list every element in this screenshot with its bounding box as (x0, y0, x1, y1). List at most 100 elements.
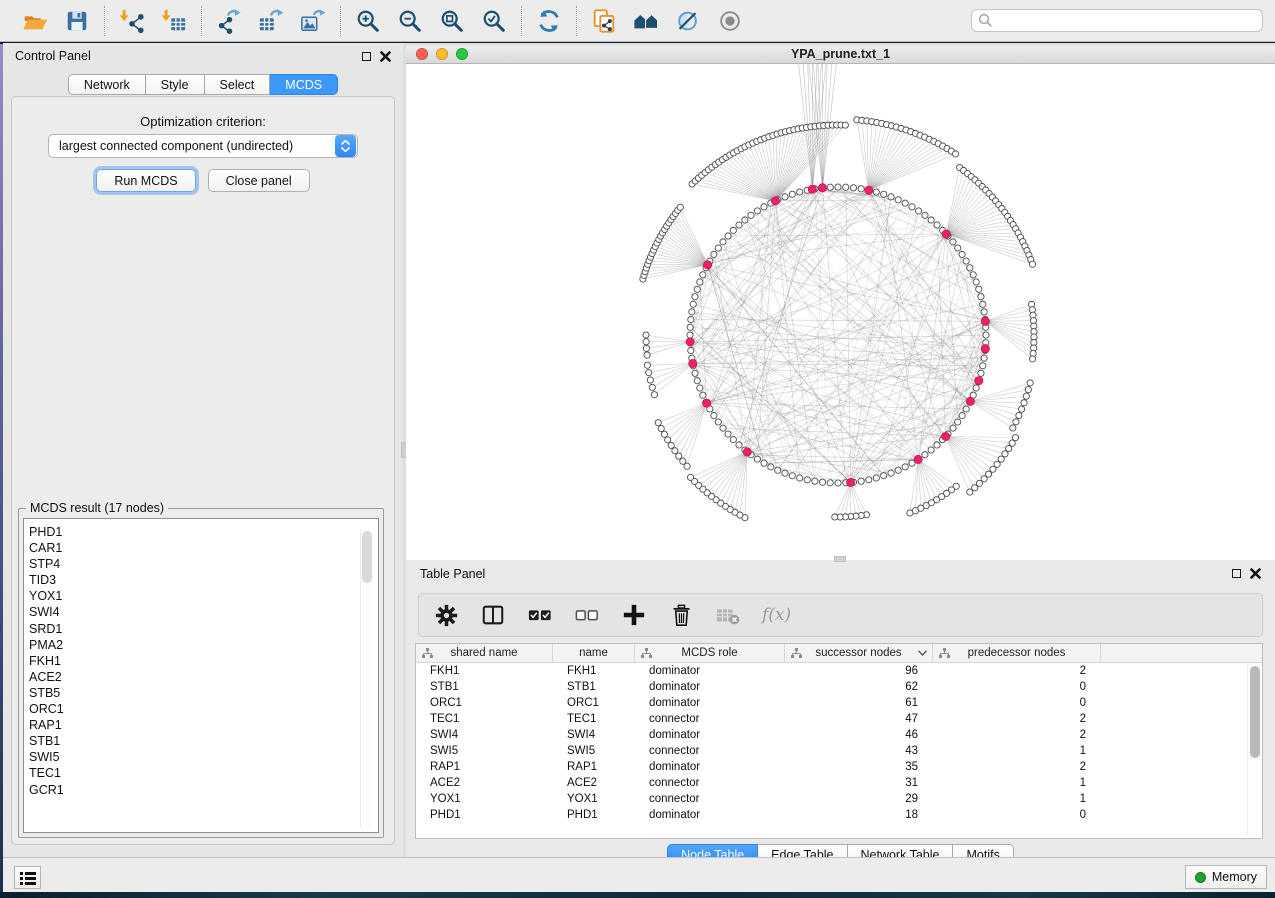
table-row[interactable]: RAP1RAP1dominator352 (416, 759, 1262, 775)
table-cell[interactable]: 2 (933, 711, 1101, 727)
network-graph[interactable] (406, 64, 1275, 560)
close-panel-button[interactable]: Close panel (208, 169, 310, 192)
table-cell[interactable]: 62 (785, 679, 933, 695)
save-session-button[interactable] (63, 7, 91, 35)
table-cell[interactable]: 46 (785, 727, 933, 743)
table-cell[interactable]: STB1 (553, 679, 635, 695)
tab-style[interactable]: Style (146, 74, 205, 95)
list-item[interactable]: STB1 (29, 733, 378, 749)
table-row[interactable]: SWI5SWI5connector431 (416, 743, 1262, 759)
clone-network-button[interactable] (590, 7, 618, 35)
search-network-button[interactable] (632, 7, 660, 35)
table-cell[interactable]: 96 (785, 663, 933, 679)
search-input[interactable] (971, 9, 1263, 32)
list-item[interactable]: SWI4 (29, 604, 378, 620)
delete-table-button[interactable] (715, 602, 741, 628)
zoom-fit-button[interactable] (438, 7, 466, 35)
table-row[interactable]: ORC1ORC1dominator610 (416, 695, 1262, 711)
table-cell[interactable]: TEC1 (553, 711, 635, 727)
scrollbar-thumb[interactable] (1250, 666, 1260, 758)
table-cell[interactable]: 61 (785, 695, 933, 711)
list-item[interactable]: TEC1 (29, 765, 378, 781)
zoom-window-button[interactable] (456, 48, 468, 60)
column-header-mcds-role[interactable]: MCDS role (635, 644, 785, 662)
run-mcds-button[interactable]: Run MCDS (96, 169, 195, 192)
list-item[interactable]: TID3 (29, 572, 378, 588)
tab-network[interactable]: Network (68, 74, 146, 95)
table-row[interactable]: FKH1FKH1dominator962 (416, 663, 1262, 679)
list-item[interactable]: ORC1 (29, 701, 378, 717)
zoom-selected-button[interactable] (480, 7, 508, 35)
select-all-button[interactable] (527, 602, 553, 628)
table-cell[interactable]: FKH1 (416, 663, 553, 679)
table-cell[interactable]: PHD1 (416, 807, 553, 823)
zoom-out-button[interactable] (396, 7, 424, 35)
open-session-button[interactable] (21, 7, 49, 35)
table-cell[interactable]: 43 (785, 743, 933, 759)
table-settings-button[interactable] (433, 602, 459, 628)
table-cell[interactable]: 0 (933, 679, 1101, 695)
table-cell[interactable]: STB1 (416, 679, 553, 695)
table-cell[interactable]: SWI4 (553, 727, 635, 743)
import-table-button[interactable] (160, 7, 188, 35)
table-cell[interactable]: connector (635, 711, 785, 727)
delete-column-button[interactable] (668, 602, 694, 628)
table-cell[interactable]: YOX1 (553, 791, 635, 807)
close-window-button[interactable] (416, 48, 428, 60)
table-cell[interactable]: 47 (785, 711, 933, 727)
column-header-name[interactable]: name (553, 644, 635, 662)
list-item[interactable]: GCR1 (29, 782, 378, 798)
table-cell[interactable]: SWI5 (416, 743, 553, 759)
table-cell[interactable]: 2 (933, 759, 1101, 775)
refresh-layout-button[interactable] (535, 7, 563, 35)
import-network-button[interactable] (118, 7, 146, 35)
table-cell[interactable]: 1 (933, 775, 1101, 791)
table-cell[interactable]: ORC1 (553, 695, 635, 711)
table-cell[interactable]: 18 (785, 807, 933, 823)
table-cell[interactable]: 2 (933, 663, 1101, 679)
table-cell[interactable]: dominator (635, 727, 785, 743)
export-network-button[interactable] (215, 7, 243, 35)
column-header-predecessor-nodes[interactable]: predecessor nodes (933, 644, 1101, 662)
export-image-button[interactable] (299, 7, 327, 35)
table-cell[interactable]: RAP1 (416, 759, 553, 775)
list-item[interactable]: FKH1 (29, 653, 378, 669)
tab-mcds[interactable]: MCDS (270, 74, 338, 95)
list-item[interactable]: ACE2 (29, 669, 378, 685)
table-cell[interactable]: ACE2 (553, 775, 635, 791)
table-cell[interactable]: FKH1 (553, 663, 635, 679)
horizontal-splitter-grip[interactable] (834, 556, 846, 562)
close-panel-icon[interactable] (380, 51, 391, 62)
table-cell[interactable]: ORC1 (416, 695, 553, 711)
table-cell[interactable]: SWI4 (416, 727, 553, 743)
table-row[interactable]: STB1STB1dominator620 (416, 679, 1262, 695)
table-row[interactable]: TEC1TEC1connector472 (416, 711, 1262, 727)
close-panel-icon[interactable] (1250, 568, 1261, 579)
table-cell[interactable]: dominator (635, 663, 785, 679)
table-cell[interactable]: connector (635, 791, 785, 807)
function-builder-button[interactable]: f(x) (762, 602, 791, 628)
network-window-titlebar[interactable]: YPA_prune.txt_1 (406, 45, 1275, 64)
table-cell[interactable]: 35 (785, 759, 933, 775)
table-cell[interactable]: YOX1 (416, 791, 553, 807)
float-panel-icon[interactable] (362, 52, 371, 61)
list-item[interactable]: SRD1 (29, 621, 378, 637)
table-cell[interactable]: 1 (933, 743, 1101, 759)
table-cell[interactable]: dominator (635, 759, 785, 775)
table-row[interactable]: PHD1PHD1dominator180 (416, 807, 1262, 823)
table-cell[interactable]: RAP1 (553, 759, 635, 775)
table-cell[interactable]: connector (635, 743, 785, 759)
table-cell[interactable]: dominator (635, 695, 785, 711)
zoom-in-button[interactable] (354, 7, 382, 35)
add-column-button[interactable] (621, 602, 647, 628)
table-cell[interactable]: 29 (785, 791, 933, 807)
column-header-shared-name[interactable]: shared name (416, 644, 553, 662)
list-item[interactable]: YOX1 (29, 588, 378, 604)
memory-button[interactable]: Memory (1185, 865, 1267, 889)
table-cell[interactable]: 0 (933, 695, 1101, 711)
show-column-button[interactable] (480, 602, 506, 628)
list-scrollbar[interactable] (360, 529, 373, 827)
list-item[interactable]: STP4 (29, 556, 378, 572)
minimize-window-button[interactable] (436, 48, 448, 60)
table-row[interactable]: YOX1YOX1connector291 (416, 791, 1262, 807)
